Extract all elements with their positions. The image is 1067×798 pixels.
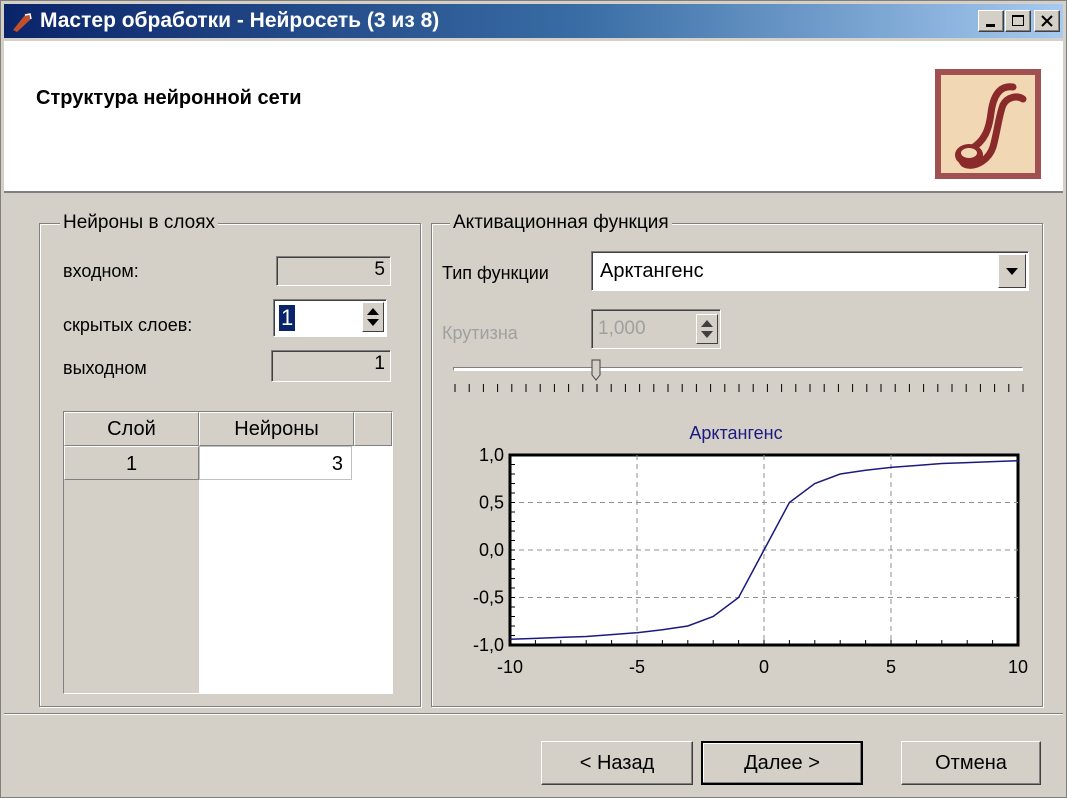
output-neurons-field: 1 [271,350,391,382]
column-header-layer[interactable]: Слой [64,412,199,446]
layers-table[interactable]: Слой Нейроны 1 3 [63,411,393,694]
table-row-layer-cell[interactable]: 1 [64,446,199,480]
title-bar: Мастер обработки - Нейросеть (3 из 8) [4,4,1063,38]
input-layer-label: входном: [63,261,139,281]
chart-x-tick-label: 0 [759,657,769,677]
steepness-slider-ticks [454,384,1024,392]
chart-x-tick-label: 5 [886,657,896,677]
pipe-app-icon [13,13,32,32]
chevron-down-icon [1006,268,1018,275]
steepness-slider-track[interactable] [453,367,1023,371]
chart-y-tick-label: 0,5 [479,493,504,513]
chart-title: Арктангенс [689,423,782,443]
hidden-layers-label: скрытых слоев: [63,315,193,335]
pipe-logo [935,69,1041,179]
steepness-spin-buttons[interactable] [696,314,718,344]
cancel-button[interactable]: Отмена [901,741,1041,785]
function-type-label: Тип функции [442,263,549,283]
function-type-value[interactable]: Арктангенс [600,260,704,282]
spin-arrows-icon [367,308,379,326]
footer-separator [4,713,1063,715]
back-button[interactable]: < Назад [541,741,693,785]
chart-x-tick-label: 10 [1008,657,1028,677]
function-type-select[interactable]: Арктангенс [591,251,1029,291]
chart-y-tick-label: -0,5 [473,588,504,608]
function-type-dropdown-button[interactable] [998,254,1026,288]
activation-group-title: Активационная функция [450,212,672,234]
spin-arrows-icon [701,320,713,338]
maximize-button[interactable] [1005,10,1031,32]
steepness-spinner[interactable]: 1,000 [591,309,721,349]
chart-x-tick-label: -10 [497,657,523,677]
wizard-window: Мастер обработки - Нейросеть (3 из 8) Ст… [0,0,1067,798]
steepness-label: Крутизна [442,323,518,343]
minimize-button[interactable] [978,10,1004,32]
chart-y-tick-label: 1,0 [479,445,504,465]
chart-x-tick-label: -5 [629,657,645,677]
window-title: Мастер обработки - Нейросеть (3 из 8) [40,9,440,32]
neurons-group-title: Нейроны в слоях [60,212,218,234]
steepness-slider-thumb[interactable] [591,359,601,381]
page-heading: Структура нейронной сети [36,87,302,109]
table-row-neurons-cell[interactable]: 3 [199,446,352,480]
output-layer-label: выходном [63,358,147,378]
activation-chart: Арктангенс -10 -5 0 5 10 1,0 0,5 0,0 -0,5 -1,0 [473,423,1028,677]
pipe-logo-icon [955,83,1027,169]
hidden-layers-spin-buttons[interactable] [362,302,384,332]
chart-y-tick-label: 0,0 [479,540,504,560]
column-header-neurons[interactable]: Нейроны [199,412,354,446]
steepness-value[interactable]: 1,000 [598,318,646,340]
wizard-header: Структура нейронной сети [4,41,1063,193]
input-neurons-field: 5 [276,256,391,286]
hidden-layers-spinner[interactable]: 1 [273,299,387,337]
close-icon [1041,15,1053,27]
close-button[interactable] [1034,10,1060,32]
next-button[interactable]: Далее > [701,741,863,785]
column-header-empty [354,412,392,446]
hidden-layers-value[interactable]: 1 [279,305,296,331]
chart-y-tick-label: -1,0 [473,635,504,655]
